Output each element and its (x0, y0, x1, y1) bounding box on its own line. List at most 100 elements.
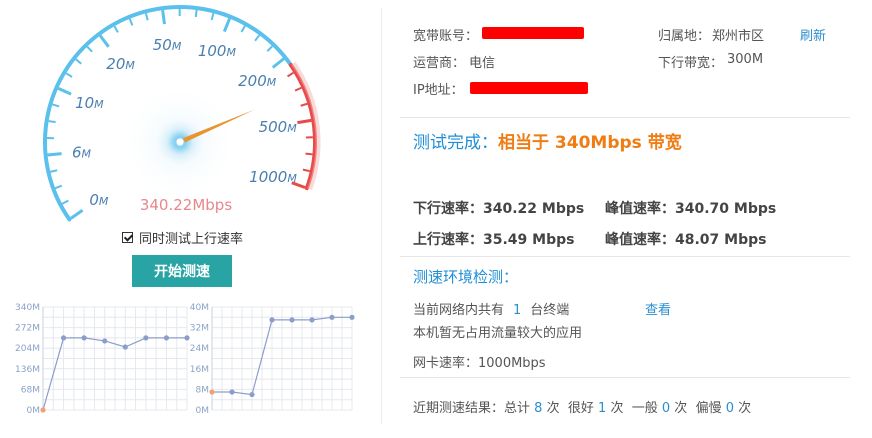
gauge-tick (222, 18, 231, 33)
gauge-tick-unit: M (287, 172, 297, 185)
gauge-tick-label: 100M (198, 42, 237, 60)
down-bandwidth-value: 300M (727, 52, 764, 67)
peak-rate-2: 峰值速率：48.07 Mbps (605, 229, 766, 249)
chart-point (122, 344, 128, 350)
gauge-tick (50, 169, 58, 173)
history-summary: 近期测速结果：总计 8 次 很好 1 次 一般 0 次 偏慢 0 次 (413, 397, 751, 416)
result-highlight: 相当于 340Mbps 带宽 (498, 133, 682, 153)
history-total: 8 (534, 401, 543, 416)
chart-y-tick-label: 40M (190, 303, 209, 313)
chart-y-tick-label: 136M (15, 365, 40, 375)
gauge-tick (305, 152, 313, 156)
peak-rate-1: 峰值速率：340.70 Mbps (605, 198, 776, 218)
upload-test-checkbox[interactable] (122, 232, 133, 243)
gauge-tick (98, 34, 110, 48)
history-prefix: 近期测速结果：总计 (413, 401, 531, 416)
chart-y-tick-label: 16M (190, 365, 209, 375)
gauge-tick (210, 13, 215, 21)
gauge-hub (175, 137, 185, 147)
chart-y-tick-label: 32M (190, 324, 209, 334)
nic-speed: 网卡速率：1000Mbps (413, 356, 546, 371)
start-test-button[interactable]: 开始测速 (132, 255, 232, 287)
up-rate-value: 35.49 Mbps (483, 232, 575, 248)
gauge-tick (287, 71, 295, 78)
account-redaction (482, 27, 584, 39)
gauge-tick (57, 87, 72, 96)
history-unit-2: 次 (610, 401, 624, 416)
chart-y-tick-label: 8M (196, 385, 210, 395)
chart-point (329, 314, 335, 320)
rates-divider (400, 256, 850, 257)
history-unit-3: 次 (674, 401, 688, 416)
chart-point (143, 335, 149, 341)
gauge-tick (194, 9, 198, 18)
ip-redaction (470, 82, 588, 94)
history-slow: 0 (725, 401, 735, 416)
gauge-tick-unit: M (172, 40, 182, 53)
gauge-tick (302, 168, 310, 173)
gauge-tick-label: 10M (75, 94, 104, 112)
env-divider (400, 377, 850, 378)
chart-point (40, 407, 46, 413)
chart-point (60, 335, 67, 341)
gauge-tick-unit: M (99, 195, 109, 208)
test-result: 测试完成：相当于 340Mbps 带宽 (413, 128, 682, 153)
devices-suffix: 台终端 (530, 303, 570, 318)
upload-test-label: 同时测试上行速率 (139, 232, 244, 247)
chart-y-tick-label: 0M (27, 406, 41, 416)
chart-y-tick-label: 68M (21, 385, 40, 395)
gauge-tick (75, 58, 82, 65)
chart-y-tick-label: 340M (15, 303, 40, 313)
history-unit-4: 次 (738, 401, 752, 416)
chart-point (349, 314, 355, 320)
gauge-tick (294, 86, 302, 92)
devices-line: 当前网络内共有 1 台终端 (413, 299, 569, 318)
gauge-tick-label: 50M (153, 36, 182, 54)
gauge-tick-label: 500M (259, 118, 298, 136)
chart-point (269, 317, 275, 323)
gauge-tick-unit: M (267, 76, 277, 89)
panel-divider (381, 8, 382, 424)
gauge-tick-unit: M (94, 98, 104, 111)
chart-point (229, 389, 235, 395)
down-bandwidth-label: 下行带宽： (658, 56, 724, 71)
gauge-tick-label: 6M (72, 144, 92, 162)
view-devices-link[interactable]: 查看 (645, 299, 671, 318)
gauge-tick-label: 200M (238, 72, 277, 90)
gauge-tick (61, 199, 69, 205)
chart-point (309, 317, 315, 323)
chart-point (184, 335, 190, 341)
gauge-tick-label: 0M (89, 191, 109, 209)
ip-label: IP地址： (413, 83, 464, 98)
upload-test-checkbox-row[interactable]: 同时测试上行速率 (122, 228, 243, 247)
speed-gauge: 0M 6M 10M 20M 50M 100M200M 500M 1000M 340.22Mbps (43, 5, 321, 222)
peak-rate-1-value: 340.70 Mbps (675, 201, 777, 217)
gauge-tick (54, 184, 63, 190)
gauge-tick (300, 102, 308, 107)
gauge-tick (128, 18, 134, 26)
refresh-link[interactable]: 刷新 (800, 25, 826, 44)
gauge-tick (266, 45, 273, 52)
chart-y-tick-label: 204M (15, 344, 40, 354)
isp-value: 电信 (469, 56, 496, 71)
gauge-tick (144, 13, 149, 21)
devices-count: 1 (513, 303, 522, 318)
down-rate-label: 下行速率： (413, 201, 483, 217)
account-label: 宽带账号： (413, 29, 479, 44)
result-prefix: 测试完成： (413, 133, 498, 153)
history-good: 1 (598, 401, 607, 416)
gauge-tick (240, 25, 246, 33)
location-value: 郑州市区 (712, 29, 765, 44)
chart-y-tick-label: 24M (190, 344, 209, 354)
gauge-tick-unit: M (82, 148, 92, 161)
chart-point (209, 389, 215, 395)
history-chart-1: 0M 68M 136M 204M 272M 340M (15, 303, 190, 416)
gauge-tick (297, 118, 312, 125)
gauge-tick (52, 103, 60, 108)
chart-point (289, 317, 295, 323)
history-chart-2: 0M 8M 16M 24M 32M 40M (190, 303, 355, 416)
history-charts: 0M 68M 136M 204M 272M 340M 0M 8M 16M 24M 32M 40M (15, 303, 355, 416)
gauge-tick (86, 45, 93, 53)
isp-label: 运营商： (413, 56, 466, 71)
gauge-tick (254, 34, 261, 42)
